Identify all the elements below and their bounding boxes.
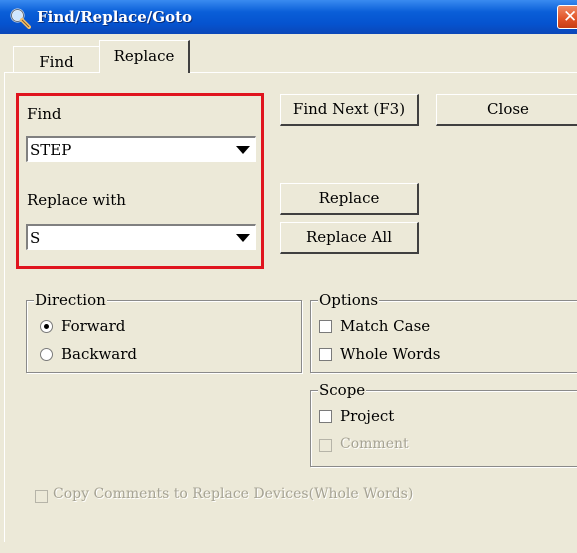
replace-all-button[interactable]: Replace All bbox=[280, 222, 419, 254]
backward-label[interactable]: Backward bbox=[61, 345, 137, 363]
forward-label[interactable]: Forward bbox=[61, 317, 125, 335]
radio-selected-dot bbox=[44, 324, 49, 329]
find-replace-dialog: Find/Replace/Goto ✕ Find Replace Find ST… bbox=[0, 0, 577, 553]
project-checkbox[interactable] bbox=[319, 410, 332, 423]
close-window-button[interactable]: ✕ bbox=[557, 5, 577, 29]
options-title: Options bbox=[318, 291, 380, 309]
magnifier-icon bbox=[10, 8, 31, 29]
replace-all-label: Replace All bbox=[306, 228, 392, 246]
close-label: Close bbox=[487, 100, 529, 118]
highlight-box bbox=[16, 93, 264, 269]
find-next-button[interactable]: Find Next (F3) bbox=[280, 94, 419, 126]
replace-button[interactable]: Replace bbox=[280, 183, 419, 215]
panel-edge bbox=[4, 72, 5, 542]
window-title: Find/Replace/Goto bbox=[37, 8, 193, 26]
direction-title: Direction bbox=[34, 291, 107, 309]
match-case-label[interactable]: Match Case bbox=[340, 317, 430, 335]
close-button[interactable]: Close bbox=[436, 94, 577, 126]
whole-words-label[interactable]: Whole Words bbox=[340, 345, 440, 363]
comment-label: Comment bbox=[340, 436, 409, 452]
close-icon: ✕ bbox=[563, 7, 577, 27]
tab-find[interactable]: Find bbox=[13, 46, 99, 72]
match-case-checkbox[interactable] bbox=[319, 320, 332, 333]
tab-strip-line bbox=[4, 72, 577, 73]
comment-checkbox bbox=[319, 439, 332, 452]
scope-title: Scope bbox=[318, 381, 367, 399]
copy-comments-label: Copy Comments to Replace Devices(Whole W… bbox=[53, 486, 414, 502]
project-label[interactable]: Project bbox=[340, 407, 394, 425]
replace-label: Replace bbox=[318, 189, 380, 207]
scope-group: Scope bbox=[310, 381, 577, 467]
tab-replace[interactable]: Replace bbox=[99, 40, 190, 73]
title-bar[interactable]: Find/Replace/Goto ✕ bbox=[0, 0, 577, 34]
find-next-label: Find Next (F3) bbox=[292, 100, 406, 118]
copy-comments-checkbox bbox=[35, 490, 48, 503]
forward-radio[interactable] bbox=[40, 320, 53, 333]
whole-words-checkbox[interactable] bbox=[319, 348, 332, 361]
backward-radio[interactable] bbox=[40, 348, 53, 361]
